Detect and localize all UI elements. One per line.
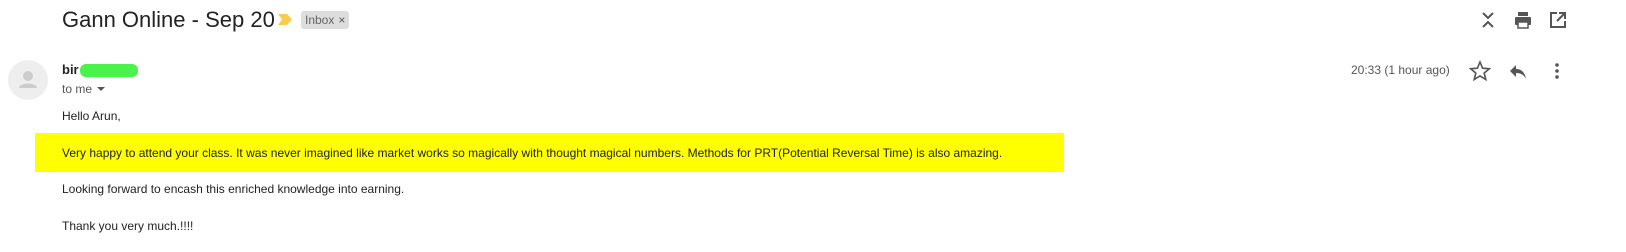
avatar[interactable] xyxy=(8,60,48,100)
label-chip-inbox: Inbox × xyxy=(301,11,350,29)
redaction-mark xyxy=(80,64,138,77)
reply-icon[interactable] xyxy=(1507,60,1529,82)
label-chip-text: Inbox xyxy=(305,13,335,27)
message-paragraph: Looking forward to encash this enriched … xyxy=(62,182,405,196)
message-signoff: Thank you very much.!!!! xyxy=(62,219,194,233)
recipient-label: to me xyxy=(62,82,93,96)
expand-collapse-icon[interactable] xyxy=(1478,10,1498,30)
open-in-new-window-icon[interactable] xyxy=(1548,10,1568,30)
highlighted-paragraph: Very happy to attend your class. It was … xyxy=(62,146,1003,160)
message-timestamp: 20:33 (1 hour ago) xyxy=(1351,63,1450,77)
person-icon xyxy=(19,71,37,88)
star-icon[interactable] xyxy=(1469,60,1491,82)
message-greeting: Hello Arun, xyxy=(62,109,121,123)
email-subject: Gann Online - Sep 20 xyxy=(62,7,275,32)
more-vert-icon[interactable] xyxy=(1546,60,1568,82)
recipient-details-toggle[interactable]: to me xyxy=(62,82,106,96)
remove-label-button[interactable]: × xyxy=(338,11,345,29)
print-icon[interactable] xyxy=(1513,10,1533,30)
chevron-down-icon xyxy=(97,87,106,91)
importance-marker-icon[interactable] xyxy=(278,14,292,25)
